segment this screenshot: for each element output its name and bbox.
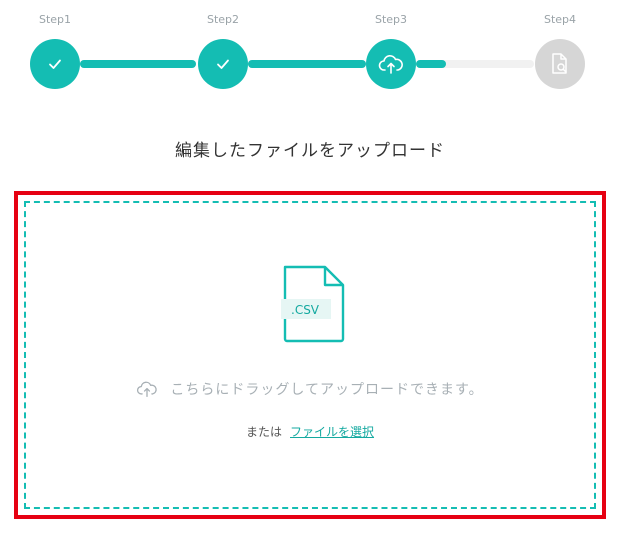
step-4-circle xyxy=(535,39,585,89)
step-3-circle xyxy=(366,39,416,89)
progress-stepper: Step1 Step2 Step3 Step4 xyxy=(0,0,620,100)
check-icon xyxy=(49,59,61,69)
document-search-icon xyxy=(552,53,567,74)
step-label-1: Step1 xyxy=(38,13,72,26)
or-text: または xyxy=(245,425,282,439)
step-connector-1 xyxy=(80,60,196,68)
drop-text: こちらにドラッグしてアップロードできます。 xyxy=(170,382,484,398)
file-dropzone[interactable]: .CSV こちらにドラッグしてアップロードできます。 または ファイルを選択 xyxy=(24,201,596,509)
file-type-label: .CSV xyxy=(291,303,320,317)
step-1-circle xyxy=(30,39,80,89)
select-file-row: または ファイルを選択 xyxy=(26,423,594,440)
step-label-4: Step4 xyxy=(543,13,577,26)
step-connector-3 xyxy=(416,60,534,68)
step-connector-fill xyxy=(80,60,196,68)
step-connector-2 xyxy=(248,60,366,68)
check-icon xyxy=(217,59,229,69)
cloud-upload-icon xyxy=(137,381,158,398)
step-connector-fill xyxy=(248,60,366,68)
step-label-3: Step3 xyxy=(374,13,408,26)
csv-file-icon: .CSV xyxy=(281,265,345,343)
step-2-circle xyxy=(198,39,248,89)
step-connector-fill xyxy=(416,60,446,68)
step-label-2: Step2 xyxy=(206,13,240,26)
highlight-frame: .CSV こちらにドラッグしてアップロードできます。 または ファイルを選択 xyxy=(14,191,606,519)
drop-instruction: こちらにドラッグしてアップロードできます。 xyxy=(26,379,594,399)
page-title: 編集したファイルをアップロード xyxy=(175,141,445,161)
select-file-link[interactable]: ファイルを選択 xyxy=(290,423,374,440)
cloud-upload-icon xyxy=(378,55,403,74)
